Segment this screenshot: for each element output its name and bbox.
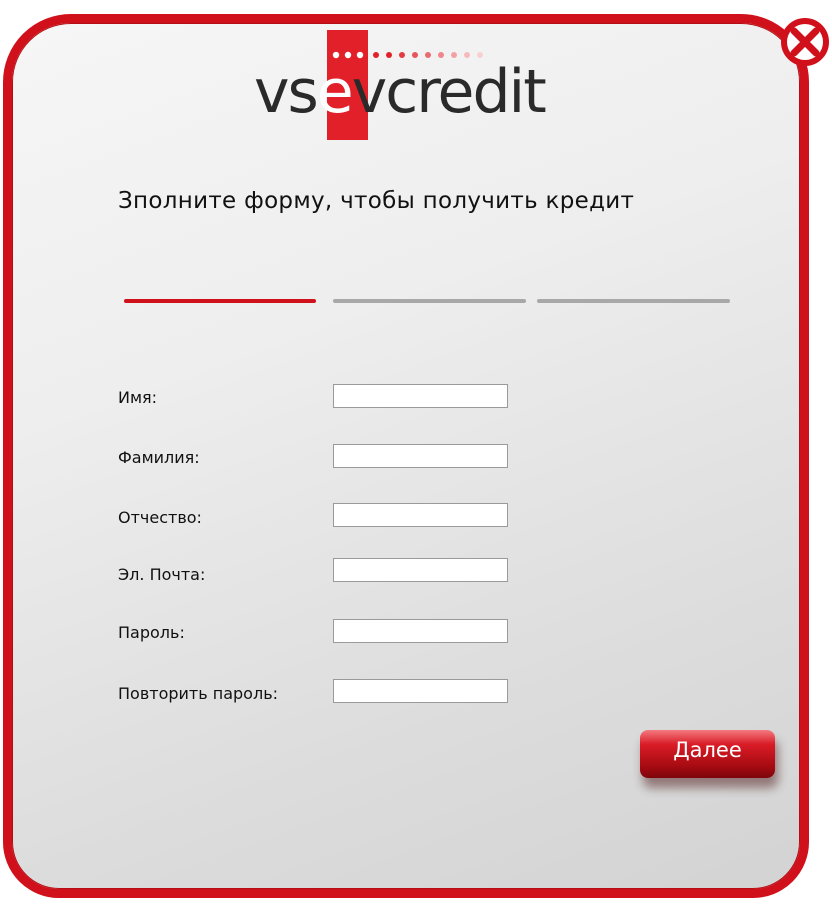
first-name-label: Имя: (118, 388, 158, 407)
logo-prefix: vs (254, 57, 319, 127)
logo-wordmark: vsevcredit (254, 56, 547, 128)
repeat-password-label: Повторить пароль: (118, 684, 279, 703)
step-indicator-1 (124, 299, 316, 303)
step-indicator-3 (537, 299, 730, 303)
patronymic-field[interactable] (333, 503, 508, 527)
password-field[interactable] (333, 619, 508, 643)
last-name-field[interactable] (333, 444, 508, 468)
password-label: Пароль: (118, 623, 185, 642)
email-field[interactable] (333, 558, 508, 582)
next-button[interactable]: Далее (640, 730, 775, 778)
last-name-label: Фамилия: (118, 448, 200, 467)
email-label: Эл. Почта: (118, 565, 206, 584)
repeat-password-field[interactable] (333, 679, 508, 703)
form-title: Зполните форму, чтобы получить кредит (118, 188, 635, 214)
close-icon[interactable] (779, 16, 831, 68)
logo-suffix: vcredit (351, 57, 547, 127)
first-name-field[interactable] (333, 384, 508, 408)
vsevcredit-logo: vsevcredit (250, 30, 610, 140)
logo-highlight: e (316, 57, 354, 127)
step-indicator-2 (333, 299, 526, 303)
patronymic-label: Отчество: (118, 508, 202, 527)
